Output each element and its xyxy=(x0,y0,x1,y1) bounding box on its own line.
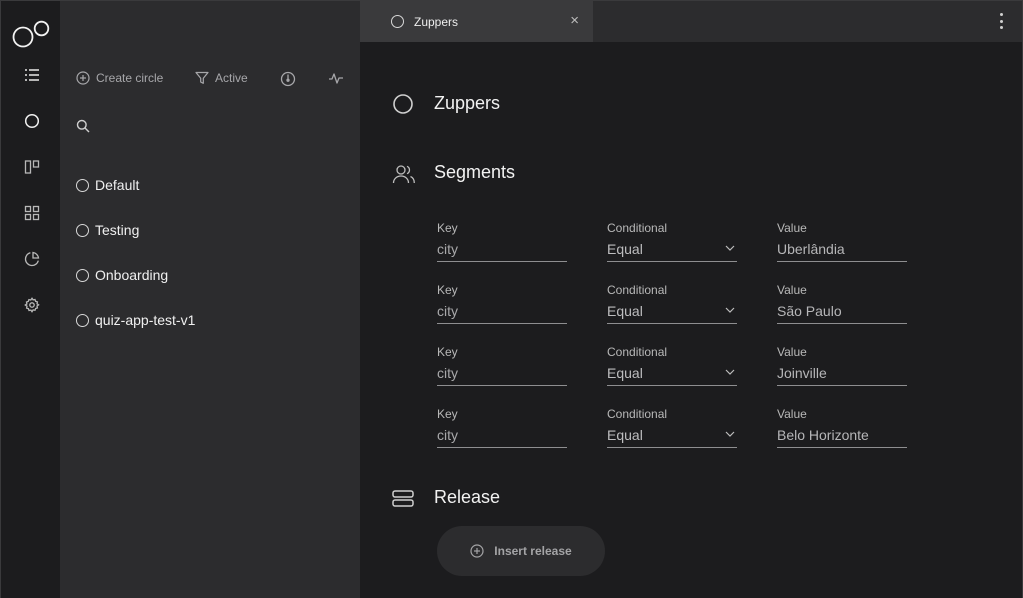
condition-text: Equal xyxy=(607,303,643,319)
value-label: Value xyxy=(777,345,807,359)
gear-icon[interactable] xyxy=(23,296,41,314)
create-circle-button[interactable]: Create circle xyxy=(76,71,163,85)
circle-detail: Zuppers Segments Key city Conditional Eq… xyxy=(360,42,1023,598)
chevron-down-icon xyxy=(725,307,735,313)
segment-value-field[interactable]: Value Uberlândia xyxy=(777,221,907,262)
active-filter-button[interactable]: Active xyxy=(195,71,248,85)
condition-text: Equal xyxy=(607,241,643,257)
circle-label: quiz-app-test-v1 xyxy=(95,312,196,328)
conditional-label: Conditional xyxy=(607,345,668,359)
segment-key-field[interactable]: Key city xyxy=(437,345,567,386)
circle-icon xyxy=(76,313,89,327)
close-icon[interactable]: × xyxy=(570,13,579,29)
list-item[interactable]: quiz-app-test-v1 xyxy=(76,312,195,328)
condition-value: Equal xyxy=(607,241,737,262)
chevron-down-icon xyxy=(725,431,735,437)
key-value: city xyxy=(437,427,567,448)
key-value: city xyxy=(437,303,567,324)
tab-bar: Zuppers × xyxy=(360,0,1023,43)
value-text: São Paulo xyxy=(777,303,907,324)
segment-key-field[interactable]: Key city xyxy=(437,407,567,448)
segment-value-field[interactable]: Value Joinville xyxy=(777,345,907,386)
segment-condition-select[interactable]: Conditional Equal xyxy=(607,221,737,262)
value-label: Value xyxy=(777,407,807,421)
list-item[interactable]: Onboarding xyxy=(76,267,168,283)
circle-icon xyxy=(76,223,89,237)
segment-condition-select[interactable]: Conditional Equal xyxy=(607,345,737,386)
value-text: Belo Horizonte xyxy=(777,427,907,448)
circle-icon xyxy=(391,15,404,28)
condition-value: Equal xyxy=(607,427,737,448)
key-label: Key xyxy=(437,345,458,359)
conditional-label: Conditional xyxy=(607,283,668,297)
circles-toolbar: Create circle Active xyxy=(76,71,348,89)
list-icon[interactable] xyxy=(23,66,41,84)
plus-circle-icon xyxy=(76,71,90,85)
circle-icon xyxy=(76,268,89,282)
activity-button[interactable] xyxy=(328,71,344,85)
tab-zuppers[interactable]: Zuppers × xyxy=(360,1,593,43)
value-label: Value xyxy=(777,221,807,235)
gauge-icon xyxy=(280,71,296,87)
circle-icon xyxy=(393,94,413,114)
condition-value: Equal xyxy=(607,303,737,324)
tab-label: Zuppers xyxy=(414,15,459,29)
active-filter-label: Active xyxy=(215,71,248,85)
segment-condition-select[interactable]: Conditional Equal xyxy=(607,283,737,324)
insert-release-button[interactable]: Insert release xyxy=(437,526,605,576)
circle-label: Testing xyxy=(95,222,140,238)
key-value: city xyxy=(437,241,567,262)
logo-icon xyxy=(12,20,50,48)
segment-value-field[interactable]: Value São Paulo xyxy=(777,283,907,324)
layers-icon xyxy=(392,490,414,507)
circles-panel: Create circle Active Default Testing Onb… xyxy=(60,0,360,598)
condition-text: Equal xyxy=(607,365,643,381)
segments-title: Segments xyxy=(434,162,516,182)
pie-chart-icon[interactable] xyxy=(23,250,41,268)
search-input[interactable] xyxy=(98,118,338,134)
grid-icon[interactable] xyxy=(23,204,41,222)
key-label: Key xyxy=(437,221,458,235)
users-icon xyxy=(392,165,415,184)
conditional-label: Conditional xyxy=(607,221,668,235)
list-item[interactable]: Testing xyxy=(76,222,139,238)
value-label: Value xyxy=(777,283,807,297)
more-options-icon[interactable] xyxy=(998,12,1004,30)
value-text: Uberlândia xyxy=(777,241,907,262)
segment-key-field[interactable]: Key city xyxy=(437,283,567,324)
condition-value: Equal xyxy=(607,365,737,386)
search-icon xyxy=(76,119,90,133)
filter-icon xyxy=(195,71,209,84)
plus-circle-icon xyxy=(470,544,484,558)
page-title: Zuppers xyxy=(434,93,501,113)
create-circle-label: Create circle xyxy=(96,71,164,85)
key-label: Key xyxy=(437,283,458,297)
navigation-rail xyxy=(0,0,60,598)
value-text: Joinville xyxy=(777,365,907,386)
circle-label: Onboarding xyxy=(95,267,169,283)
circle-label: Default xyxy=(95,177,140,193)
segment-value-field[interactable]: Value Belo Horizonte xyxy=(777,407,907,448)
release-title: Release xyxy=(434,487,501,507)
circle-icon xyxy=(76,178,89,192)
chevron-down-icon xyxy=(725,369,735,375)
insert-release-label: Insert release xyxy=(494,544,572,558)
pulse-icon xyxy=(329,73,343,84)
key-value: city xyxy=(437,365,567,386)
condition-text: Equal xyxy=(607,427,643,443)
circle-icon[interactable] xyxy=(23,112,41,130)
segment-key-field[interactable]: Key city xyxy=(437,221,567,262)
key-label: Key xyxy=(437,407,458,421)
search-bar xyxy=(76,117,346,135)
metrics-button[interactable] xyxy=(280,71,296,87)
list-item[interactable]: Default xyxy=(76,177,139,193)
board-icon[interactable] xyxy=(23,158,41,176)
chevron-down-icon xyxy=(725,245,735,251)
conditional-label: Conditional xyxy=(607,407,668,421)
segment-condition-select[interactable]: Conditional Equal xyxy=(607,407,737,448)
